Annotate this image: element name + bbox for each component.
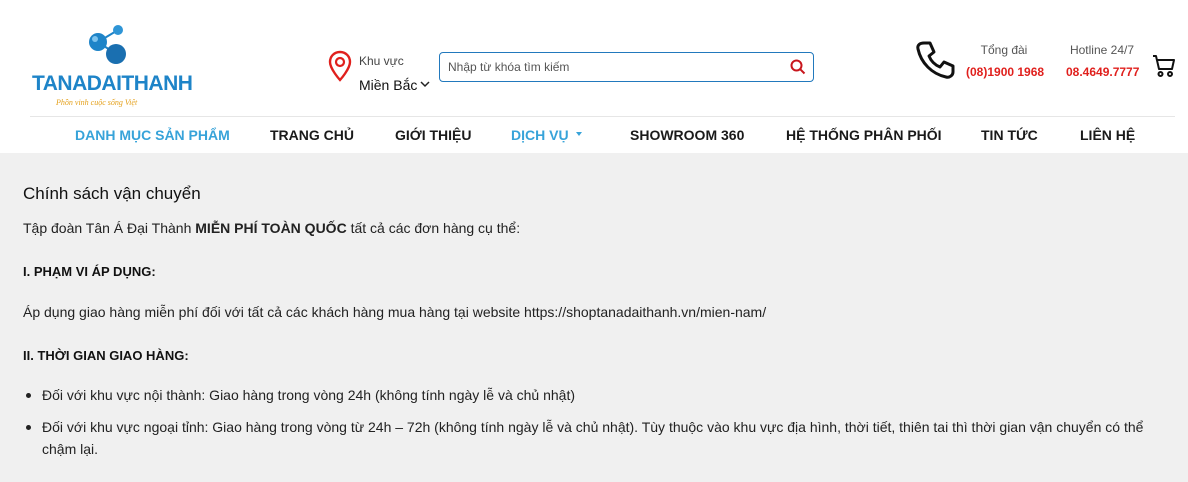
hotline-contact[interactable]: Hotline 24/7 08.4649.7777	[1066, 43, 1139, 79]
page-title: Chính sách vận chuyển	[23, 184, 201, 203]
list-item: Đối với khu vực ngoại tỉnh: Giao hàng tr…	[23, 416, 1173, 460]
region-label: Khu vực	[359, 54, 404, 68]
services-dropdown-caret-icon[interactable]	[576, 132, 582, 136]
section-heading-scope: I. PHẠM VI ÁP DỤNG:	[23, 264, 156, 279]
search-icon[interactable]	[789, 58, 807, 76]
chevron-down-icon[interactable]	[420, 80, 430, 88]
switchboard-contact[interactable]: Tổng đài (08)1900 1968	[966, 43, 1044, 79]
nav-item-distribution[interactable]: HỆ THỐNG PHÂN PHỐI	[786, 127, 942, 143]
logo-wordmark: TANADAITHANH	[32, 72, 193, 95]
site-header: TANADAITHANH Phồn vinh cuộc sống Việt Kh…	[0, 0, 1188, 153]
nav-item-contact[interactable]: LIÊN HỆ	[1080, 127, 1135, 143]
region-selector[interactable]: Khu vực Miền Bắc	[328, 50, 438, 96]
hotline-label: Hotline 24/7	[1069, 43, 1135, 57]
main-nav: DANH MỤC SẢN PHẨM TRANG CHỦ GIỚI THIỆU D…	[0, 117, 1188, 153]
list-item: Đối với khu vực nội thành: Giao hàng tro…	[23, 384, 1173, 406]
nav-item-news[interactable]: TIN TỨC	[981, 127, 1038, 143]
nav-item-product-catalog[interactable]: DANH MỤC SẢN PHẨM	[75, 127, 230, 143]
section-heading-delivery-time: II. THỜI GIAN GIAO HÀNG:	[23, 348, 189, 363]
search-input[interactable]	[448, 57, 778, 77]
nav-item-showroom[interactable]: SHOWROOM 360	[630, 127, 744, 143]
logo[interactable]: TANADAITHANH Phồn vinh cuộc sống Việt	[30, 24, 193, 114]
scope-paragraph: Áp dụng giao hàng miễn phí đối với tất c…	[23, 304, 767, 320]
hotline-number[interactable]: 08.4649.7777	[1066, 65, 1139, 79]
switchboard-label: Tổng đài	[980, 43, 1028, 57]
search-box	[439, 52, 814, 82]
phone-icon	[916, 41, 955, 79]
switchboard-number[interactable]: (08)1900 1968	[966, 65, 1044, 79]
location-pin-icon	[328, 50, 352, 82]
bullet-dot	[26, 393, 31, 398]
intro-paragraph: Tập đoàn Tân Á Đại Thành MIỄN PHÍ TOÀN Q…	[23, 220, 521, 236]
cart-icon[interactable]	[1152, 54, 1176, 78]
logo-molecule-icon	[89, 25, 126, 64]
nav-item-services[interactable]: DỊCH VỤ	[511, 127, 569, 143]
logo-slogan: Phồn vinh cuộc sống Việt	[56, 98, 138, 107]
region-value[interactable]: Miền Bắc	[359, 77, 417, 93]
nav-item-home[interactable]: TRANG CHỦ	[270, 127, 354, 143]
nav-item-about[interactable]: GIỚI THIỆU	[395, 127, 472, 143]
bullet-dot	[26, 425, 31, 430]
